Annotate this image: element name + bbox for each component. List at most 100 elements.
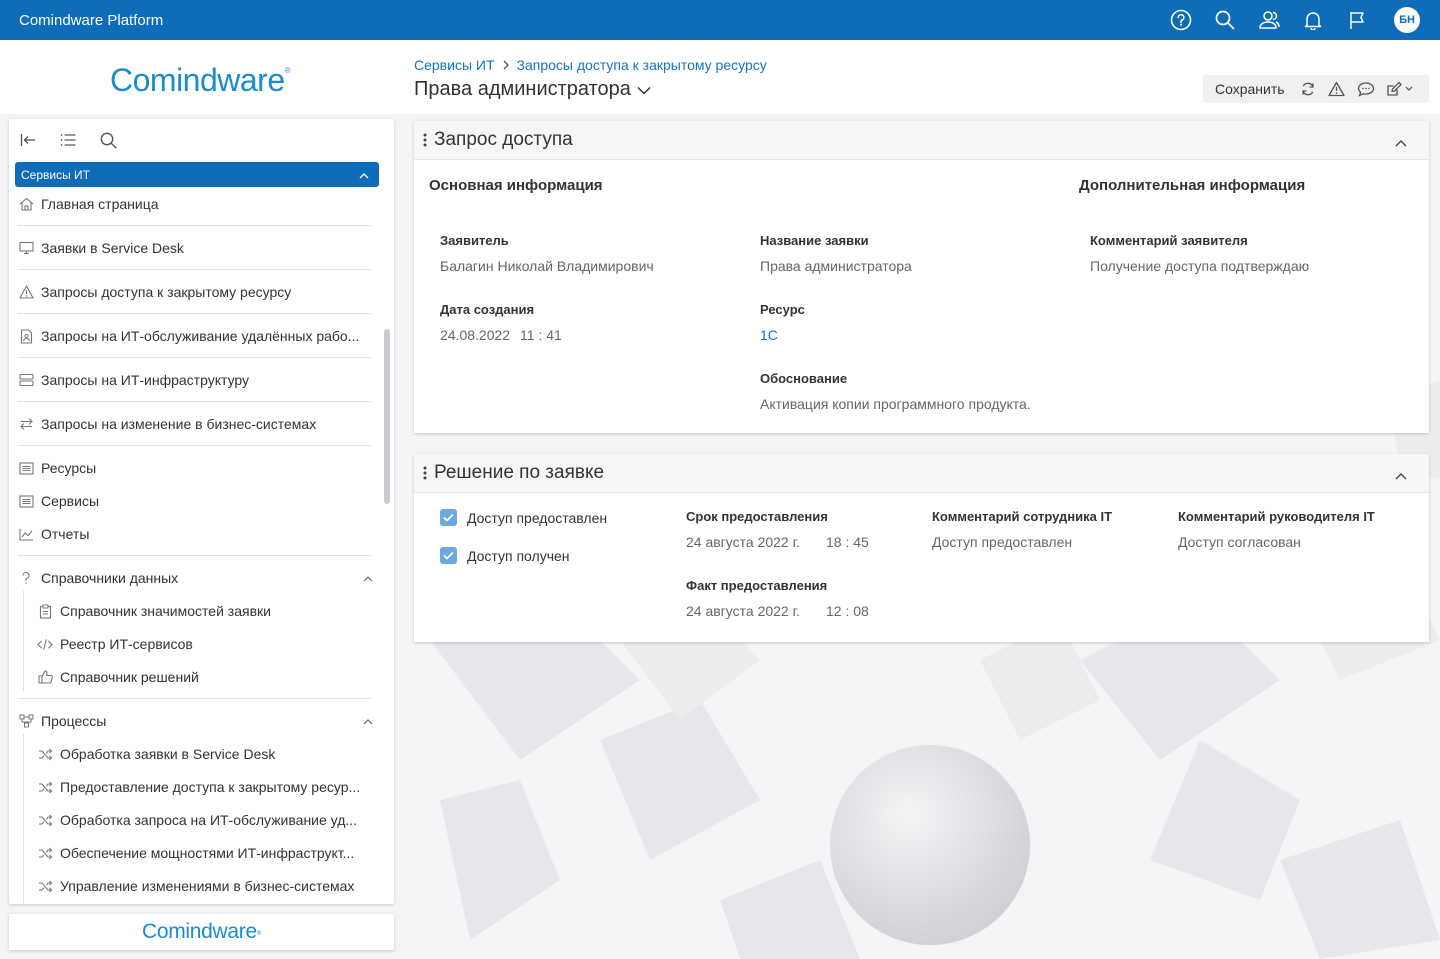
- deadline-date: 24 августа 2022 г.: [686, 534, 800, 550]
- access-request-panel: Запрос доступа Основная информация Допол…: [414, 121, 1429, 433]
- tree-line: [23, 734, 24, 904]
- drag-handle-icon[interactable]: [422, 465, 428, 481]
- chevron-up-icon[interactable]: [1395, 467, 1407, 485]
- actual-time: 12 : 08: [826, 603, 869, 619]
- collapse-sidebar-icon[interactable]: [19, 131, 37, 149]
- sidebar-scrollbar[interactable]: [384, 329, 390, 504]
- sidebar-tools: [9, 119, 394, 161]
- actual-label: Факт предоставления: [686, 578, 828, 593]
- sidebar-item-solutions-ref[interactable]: Справочник решений: [37, 666, 199, 688]
- applicant-value[interactable]: Балагин Николай Владимирович: [440, 258, 654, 274]
- deadline-label: Срок предоставления: [686, 509, 828, 524]
- sidebar-item-it-registry[interactable]: Реестр ИТ-сервисов: [37, 633, 193, 655]
- panel-title: Запрос доступа: [434, 129, 573, 150]
- shuffle-icon: [37, 779, 53, 795]
- created-date: 24.08.2022: [440, 327, 511, 343]
- sidebar: Сервисы ИТ Главная страница Заявки в Ser…: [9, 119, 394, 904]
- actual-date: 24 августа 2022 г.: [686, 603, 800, 619]
- search-icon[interactable]: [1214, 9, 1236, 31]
- tree-line: [23, 591, 24, 691]
- question-icon: [18, 570, 34, 586]
- sidebar-group-processes[interactable]: Процессы: [18, 710, 106, 732]
- list-view-icon[interactable]: [59, 131, 77, 149]
- panel-header: Решение по заявке: [414, 454, 1429, 493]
- reason-label: Обоснование: [760, 371, 848, 386]
- sidebar-item-infrastructure[interactable]: Запросы на ИТ-инфраструктуру: [18, 369, 249, 391]
- shuffle-icon: [37, 845, 53, 861]
- sidebar-item-process-servicedesk[interactable]: Обработка заявки в Service Desk: [37, 743, 275, 765]
- chart-icon: [18, 526, 34, 542]
- sidebar-search-icon[interactable]: [99, 131, 117, 149]
- refresh-icon[interactable]: [1299, 80, 1317, 98]
- shuffle-icon: [37, 878, 53, 894]
- chevron-up-icon[interactable]: [1395, 134, 1407, 152]
- top-bar-icons: БН: [1148, 0, 1420, 40]
- decision-panel: Решение по заявке Доступ предоставлен До…: [414, 454, 1429, 642]
- page-title[interactable]: Права администратора: [414, 78, 651, 101]
- breadcrumb: Сервисы ИТ Запросы доступа к закрытому р…: [414, 57, 767, 73]
- extra-info-title: Дополнительная информация: [1079, 177, 1306, 194]
- shuffle-icon: [37, 812, 53, 828]
- process-icon: [18, 713, 34, 729]
- breadcrumb-root[interactable]: Сервисы ИТ: [414, 57, 495, 73]
- thumbs-up-icon: [37, 669, 53, 685]
- breadcrumb-current[interactable]: Запросы доступа к закрытому ресурсу: [517, 57, 767, 73]
- it-comment-value: Доступ предоставлен: [932, 534, 1073, 550]
- resource-link[interactable]: 1С: [760, 327, 778, 343]
- edit-menu-icon[interactable]: [1386, 80, 1416, 98]
- sidebar-divider: [18, 401, 371, 402]
- shuffle-icon: [37, 746, 53, 762]
- panel-title: Решение по заявке: [434, 462, 605, 483]
- company-logo[interactable]: Comindware®: [110, 62, 291, 99]
- sidebar-item-resources[interactable]: Ресурсы: [18, 457, 96, 479]
- manager-comment-label: Комментарий руководителя IT: [1178, 509, 1375, 524]
- it-comment-label: Комментарий сотрудника IT: [932, 509, 1113, 524]
- created-label: Дата создания: [440, 302, 535, 317]
- sidebar-item-service-desk[interactable]: Заявки в Service Desk: [18, 237, 184, 259]
- main-info-title: Основная информация: [429, 177, 603, 194]
- access-received-checkbox[interactable]: [440, 547, 457, 564]
- chevron-up-icon[interactable]: [362, 572, 374, 584]
- sidebar-item-remote-it[interactable]: Запросы на ИТ-обслуживание удалённых раб…: [18, 325, 359, 347]
- access-received-label: Доступ получен: [467, 548, 570, 564]
- bell-icon[interactable]: [1302, 9, 1324, 31]
- warning-icon[interactable]: [1328, 80, 1346, 98]
- warning-icon: [18, 284, 34, 300]
- flag-icon[interactable]: [1346, 9, 1368, 31]
- sidebar-item-home[interactable]: Главная страница: [18, 193, 159, 215]
- access-granted-label: Доступ предоставлен: [467, 510, 608, 526]
- users-icon[interactable]: [1258, 9, 1280, 31]
- comment-icon[interactable]: [1357, 80, 1375, 98]
- sidebar-item-priority-ref[interactable]: Справочник значимостей заявки: [37, 600, 271, 622]
- chevron-down-icon[interactable]: [637, 78, 651, 101]
- user-avatar[interactable]: БН: [1394, 7, 1420, 33]
- sidebar-item-services[interactable]: Сервисы: [18, 490, 99, 512]
- sidebar-item-process-access[interactable]: Предоставление доступа к закрытому ресур…: [37, 776, 360, 798]
- help-icon[interactable]: [1170, 9, 1192, 31]
- sidebar-item-business-changes[interactable]: Запросы на изменение в бизнес-системах: [18, 413, 316, 435]
- sidebar-item-process-capacity[interactable]: Обеспечение мощностями ИТ-инфраструкт...: [37, 842, 354, 864]
- applicant-comment-value: Получение доступа подтверждаю: [1090, 258, 1310, 274]
- sidebar-group-reference-data[interactable]: Справочники данных: [18, 567, 178, 589]
- sidebar-section-header[interactable]: Сервисы ИТ: [15, 162, 379, 187]
- sidebar-item-process-remote[interactable]: Обработка запроса на ИТ-обслуживание уд.…: [37, 809, 357, 831]
- reason-value: Активация копии программного продукта.: [760, 396, 1031, 412]
- sidebar-divider: [18, 269, 371, 270]
- sidebar-section-title: Сервисы ИТ: [21, 167, 91, 182]
- sidebar-item-reports[interactable]: Отчеты: [18, 523, 89, 545]
- chevron-up-icon[interactable]: [362, 715, 374, 727]
- created-time: 11 : 41: [520, 327, 562, 343]
- clipboard-icon: [37, 603, 53, 619]
- chevron-up-icon[interactable]: [359, 168, 369, 182]
- drag-handle-icon[interactable]: [422, 132, 428, 148]
- sidebar-divider: [18, 445, 371, 446]
- sidebar-divider: [18, 698, 371, 699]
- list-icon: [18, 460, 34, 476]
- save-button[interactable]: Сохранить: [1215, 81, 1285, 97]
- access-granted-checkbox[interactable]: [440, 509, 457, 526]
- sidebar-item-process-changes[interactable]: Управление изменениями в бизнес-системах: [37, 875, 354, 897]
- sidebar-item-access-requests[interactable]: Запросы доступа к закрытому ресурсу: [18, 281, 291, 303]
- sidebar-divider: [18, 555, 371, 556]
- monitor-icon: [18, 240, 34, 256]
- sidebar-divider: [18, 225, 371, 226]
